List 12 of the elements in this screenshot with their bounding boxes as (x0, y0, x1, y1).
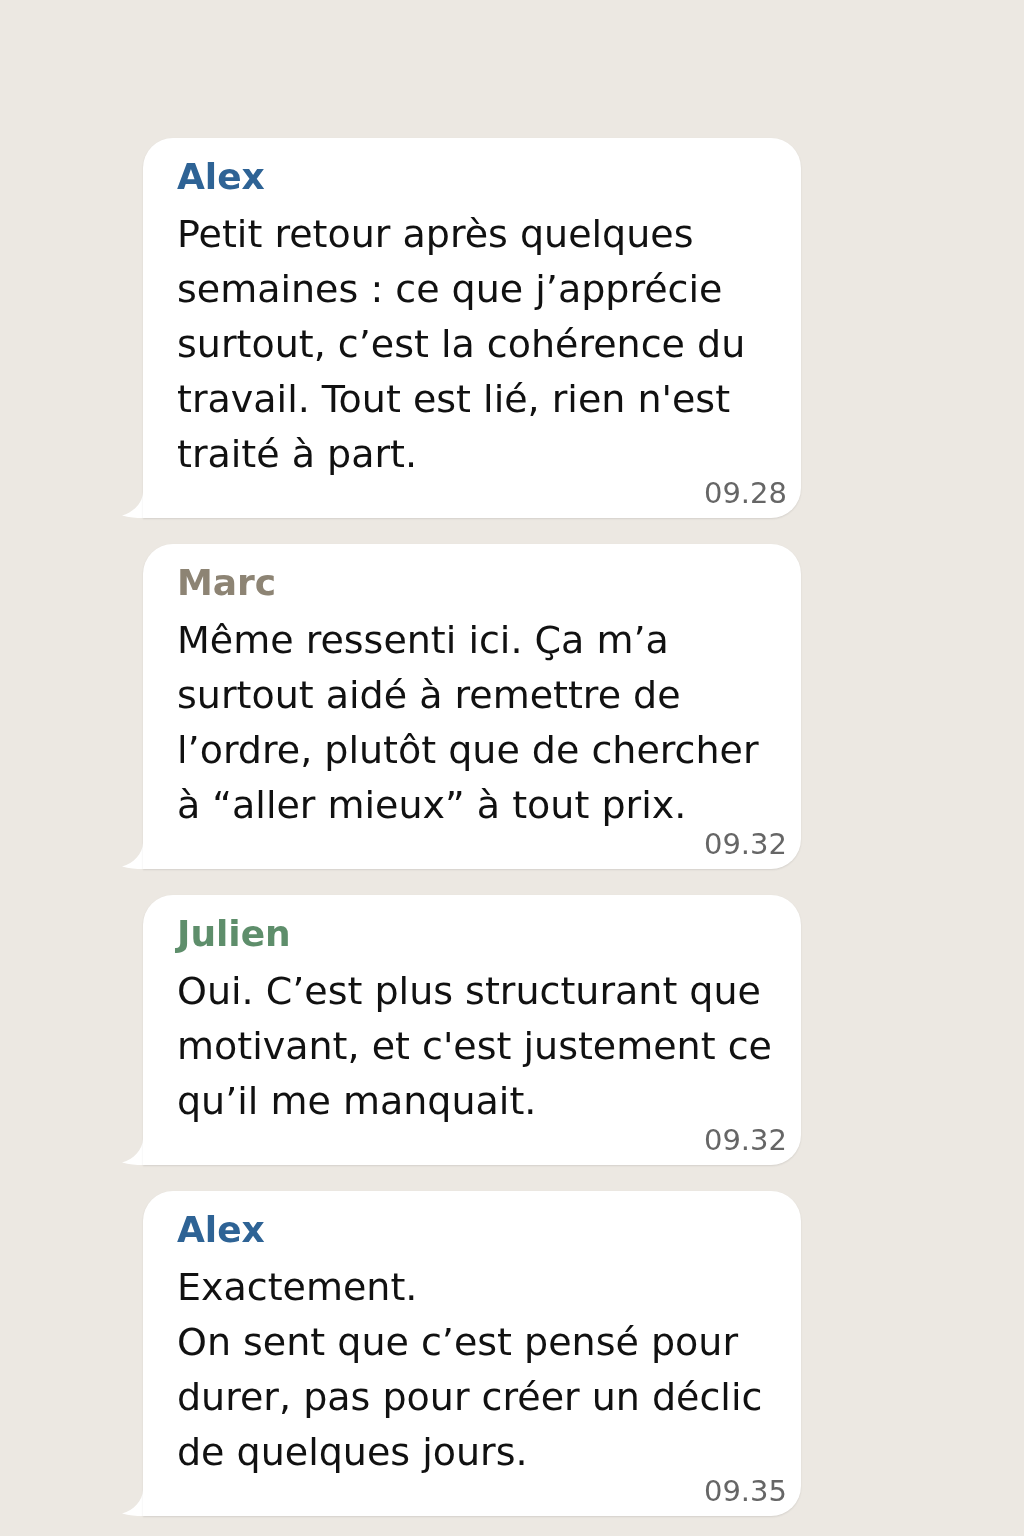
message-text: Petit retour après quelques semaines : ce que j’apprécie surtout, c’est la cohérence du travail. Tout est lié, rien n'est traité à part. (177, 212, 746, 476)
sender-name: Alex (177, 1208, 266, 1252)
message-time: 09.32 (703, 829, 787, 859)
message-time: 09.28 (703, 478, 787, 508)
sender-name: Alex (177, 155, 266, 199)
message-text: Oui. C’est plus structurant que motivant, et c'est justement ce qu’il me manquait. (177, 969, 772, 1123)
message-time: 09.35 (703, 1476, 787, 1506)
sender-name: Julien (177, 912, 292, 956)
message-text: Même ressenti ici. Ça m’a surtout aidé à remettre de l’ordre, plutôt que de chercher à “aller mieux” à tout prix. (177, 618, 759, 827)
message-text: Exactement. On sent que c’est pensé pour durer, pas pour créer un déclic de quelques jours. (177, 1265, 763, 1474)
message-time: 09.32 (703, 1125, 787, 1155)
sender-name: Marc (177, 561, 278, 605)
